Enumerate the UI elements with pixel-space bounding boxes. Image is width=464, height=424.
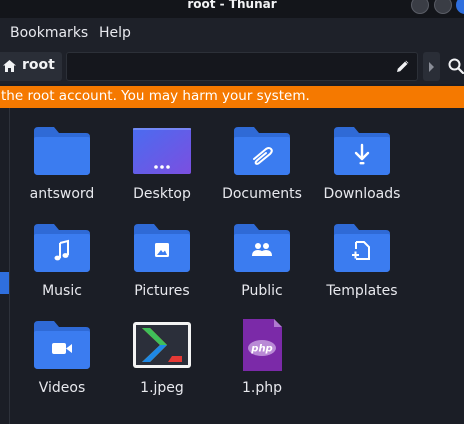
php-file-icon: php [243,319,282,371]
file-item-label: antsword [29,186,95,202]
pictures-folder-icon [134,224,190,272]
menu-help[interactable]: Help [99,25,131,41]
window-title: root - Thunar [187,0,277,11]
file-item-label: Public [241,283,283,299]
file-item-1-jpeg[interactable]: 1.jpeg [114,305,210,396]
file-icon-view: antsword Desktop Documents Downloads Mus… [10,108,464,424]
file-item-downloads[interactable]: Downloads [314,111,410,202]
file-item-public[interactable]: Public [214,208,310,299]
file-item-label: Downloads [323,186,401,202]
file-item-videos[interactable]: Videos [14,305,110,396]
file-item-antsword[interactable]: antsword [14,111,110,202]
file-item-music[interactable]: Music [14,208,110,299]
maximize-button[interactable] [434,0,452,14]
public-folder-icon [234,224,290,272]
videos-folder-icon [34,321,90,369]
file-item-1-php[interactable]: php 1.php [214,305,310,396]
side-pane[interactable] [0,108,10,424]
edit-icon[interactable] [396,60,409,73]
path-button-root[interactable]: root [0,52,62,81]
home-icon [3,60,16,72]
minimize-button[interactable] [411,0,429,14]
downloads-folder-icon [334,127,390,175]
image-file-icon [133,322,191,368]
location-entry[interactable] [66,52,418,81]
file-item-label: Documents [222,186,302,202]
php-badge-text: php [250,344,272,355]
location-bar: root [0,50,464,84]
music-folder-icon [34,224,90,272]
file-item-documents[interactable]: Documents [214,111,310,202]
warning-text: the root account. You may harm your syst… [1,88,310,104]
desktop-folder-icon [133,128,191,174]
file-item-label: Music [42,283,82,299]
file-item-pictures[interactable]: Pictures [114,208,210,299]
file-item-label: Desktop [133,186,191,202]
file-item-label: Videos [38,380,86,396]
side-pane-selection[interactable] [0,272,9,294]
chevron-right-icon [429,62,434,72]
documents-folder-icon [234,127,290,175]
path-forward-button[interactable] [423,52,440,81]
templates-folder-icon [334,224,390,272]
folder-icon [34,127,90,175]
file-item-templates[interactable]: Templates [314,208,410,299]
file-item-label: 1.jpeg [140,380,184,396]
file-item-desktop[interactable]: Desktop [114,111,210,202]
path-label: root [22,57,55,73]
search-icon[interactable] [448,58,464,74]
file-item-label: Pictures [134,283,190,299]
file-item-label: Templates [326,283,398,299]
menu-bar: Bookmarks Help [0,18,464,50]
root-warning-bar: the root account. You may harm your syst… [0,86,464,108]
close-button[interactable] [456,0,464,14]
title-bar: root - Thunar [0,0,464,18]
file-item-label: 1.php [241,380,282,396]
menu-bookmarks[interactable]: Bookmarks [10,25,88,41]
